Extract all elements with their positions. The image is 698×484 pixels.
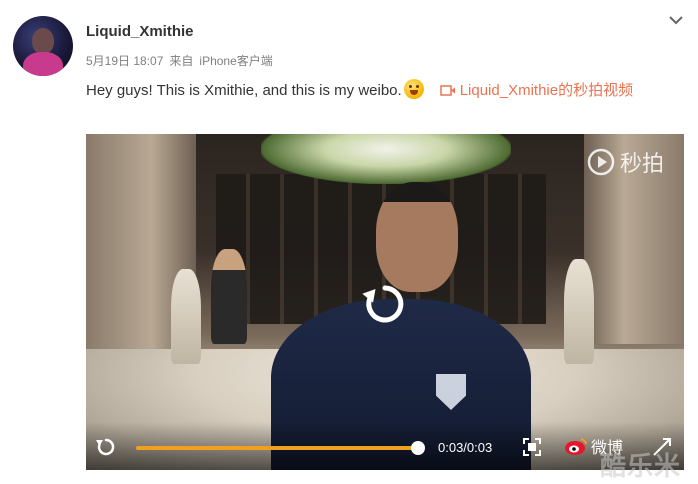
source-prefix: 来自 (169, 54, 194, 68)
progress-bar[interactable] (136, 446, 418, 450)
video-icon (439, 85, 455, 96)
miaopai-watermark: 秒拍 (586, 146, 664, 178)
corner-watermark: 酷乐米 (600, 451, 682, 481)
avatar[interactable] (13, 16, 73, 76)
video-link-label: Liquid_Xmithie的秒拍视频 (459, 82, 634, 99)
video-player[interactable]: 秒拍 0:03/0:03 微博 (86, 134, 684, 470)
watermark-text: 秒拍 (620, 151, 665, 176)
fullscreen-icon[interactable] (522, 437, 542, 457)
chevron-down-icon[interactable] (668, 14, 684, 26)
weibo-logo-icon (565, 438, 587, 455)
laughing-emoji-icon (403, 79, 424, 99)
post-text: Hey guys! This is Xmithie, and this is m… (86, 79, 633, 100)
time-display: 0:03/0:03 (438, 440, 493, 455)
replay-icon[interactable] (360, 279, 410, 329)
progress-knob[interactable] (411, 441, 425, 455)
post-source[interactable]: iPhone客户端 (199, 54, 272, 68)
video-link[interactable]: Liquid_Xmithie的秒拍视频 (439, 79, 634, 100)
replay-small-icon[interactable] (95, 436, 117, 458)
post-date[interactable]: 5月19日 18:07 (86, 54, 163, 68)
username[interactable]: Liquid_Xmithie (86, 23, 194, 40)
video-controls: 0:03/0:03 微博 (86, 422, 684, 470)
play-circle-icon (587, 148, 615, 176)
post-body: Hey guys! This is Xmithie, and this is m… (86, 82, 402, 99)
post-meta: 5月19日 18:07 来自 iPhone客户端 (86, 52, 279, 69)
